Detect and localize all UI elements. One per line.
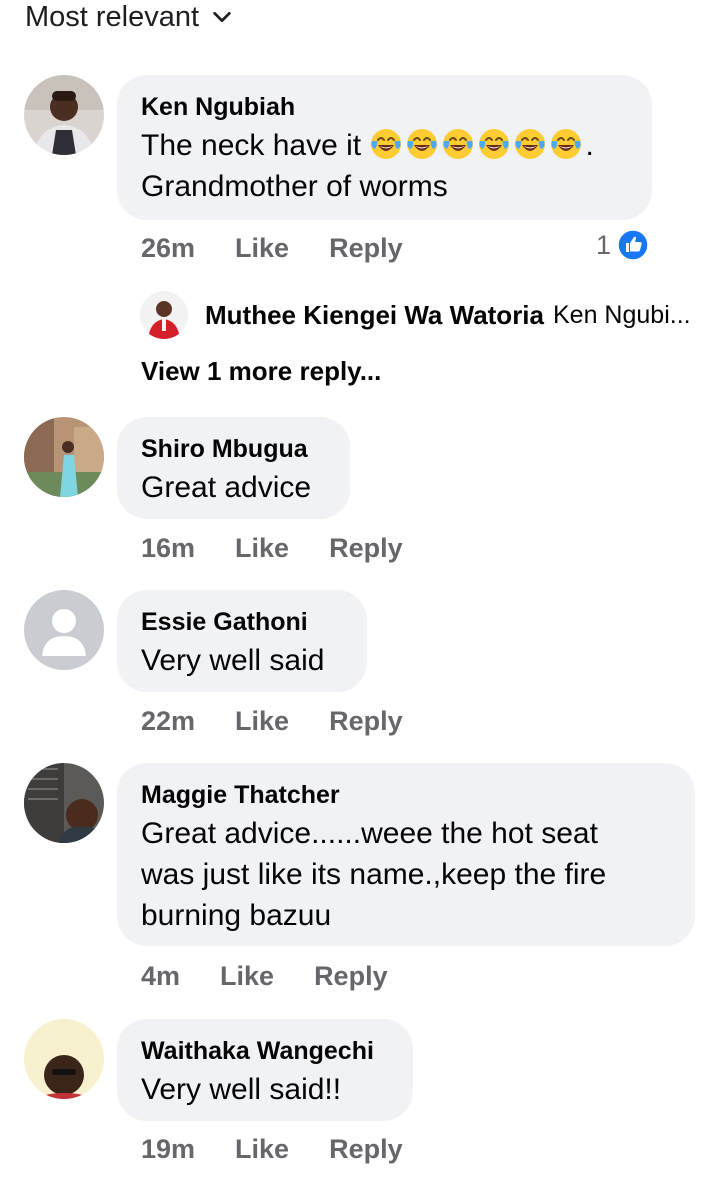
comment-bubble: Ken Ngubiah The neck have it . Grandmoth…: [117, 75, 652, 220]
comment-actions: 16m Like Reply: [141, 533, 403, 564]
avatar-shiro-mbugua[interactable]: [24, 417, 104, 497]
comment-actions: 19m Like Reply: [141, 1134, 403, 1165]
like-button[interactable]: Like: [235, 233, 289, 264]
comment-text: Very well said!!: [141, 1073, 342, 1106]
comment-author[interactable]: Shiro Mbugua: [141, 434, 326, 464]
reply-button[interactable]: Reply: [329, 1134, 403, 1165]
view-more-replies-link[interactable]: View 1 more reply...: [141, 356, 381, 387]
tears-of-joy-emoji: [407, 129, 438, 159]
comment-time[interactable]: 26m: [141, 233, 195, 264]
like-button[interactable]: Like: [235, 1134, 289, 1165]
like-button[interactable]: Like: [235, 706, 289, 737]
comment-time[interactable]: 4m: [141, 961, 180, 992]
reply-button[interactable]: Reply: [329, 233, 403, 264]
reply-button[interactable]: Reply: [329, 533, 403, 564]
like-button[interactable]: Like: [220, 961, 274, 992]
tears-of-joy-emoji: [515, 129, 546, 159]
avatar-essie-gathoni[interactable]: [24, 590, 104, 670]
avatar-waithaka-wangechi[interactable]: [24, 1019, 104, 1099]
tears-of-joy-emoji: [479, 129, 510, 159]
nested-reply-preview[interactable]: Muthee Kiengei Wa Watoria Ken Ngubi...: [140, 291, 691, 339]
reaction-count: 1: [596, 229, 612, 260]
comment-author[interactable]: Maggie Thatcher: [141, 780, 671, 810]
comment-author[interactable]: Ken Ngubiah: [141, 92, 628, 122]
comment-bubble: Maggie Thatcher Great advice......weee t…: [117, 763, 695, 946]
reply-button[interactable]: Reply: [329, 706, 403, 737]
sort-label: Most relevant: [25, 1, 200, 33]
comment-actions: 26m Like Reply: [141, 233, 403, 264]
comment-text: Great advice......weee the hot seat was …: [141, 817, 607, 932]
comment-actions: 4m Like Reply: [141, 961, 388, 992]
comment-author[interactable]: Essie Gathoni: [141, 607, 343, 637]
reply-snippet: Ken Ngubi...: [553, 300, 691, 329]
tears-of-joy-emoji: [371, 129, 402, 159]
comment-time[interactable]: 19m: [141, 1134, 195, 1165]
tears-of-joy-emoji: [551, 129, 582, 159]
like-button[interactable]: Like: [235, 533, 289, 564]
comment-bubble: Essie Gathoni Very well said: [117, 590, 367, 692]
chevron-down-icon: [213, 11, 231, 23]
comment-author[interactable]: Waithaka Wangechi: [141, 1036, 389, 1066]
comment-text: Very well said: [141, 644, 325, 677]
comment-bubble: Shiro Mbugua Great advice: [117, 417, 350, 519]
comment-time[interactable]: 22m: [141, 706, 195, 737]
avatar-ken-ngubiah[interactable]: [24, 75, 104, 155]
reply-button[interactable]: Reply: [314, 961, 388, 992]
thumbs-up-icon: [617, 229, 649, 261]
reaction-summary[interactable]: 1: [596, 229, 649, 261]
avatar-muthee-kiengei[interactable]: [140, 291, 188, 339]
comment-text: The neck have it . Grandmother of worms: [141, 129, 594, 203]
tears-of-joy-emoji: [443, 129, 474, 159]
reply-author[interactable]: Muthee Kiengei Wa Watoria: [205, 300, 544, 331]
emoji-row: .: [369, 129, 594, 162]
comment-actions: 22m Like Reply: [141, 706, 403, 737]
comment-bubble: Waithaka Wangechi Very well said!!: [117, 1019, 413, 1121]
avatar-maggie-thatcher[interactable]: [24, 763, 104, 843]
comment-text: Great advice: [141, 471, 312, 504]
sort-dropdown[interactable]: Most relevant: [25, 0, 233, 34]
comment-time[interactable]: 16m: [141, 533, 195, 564]
